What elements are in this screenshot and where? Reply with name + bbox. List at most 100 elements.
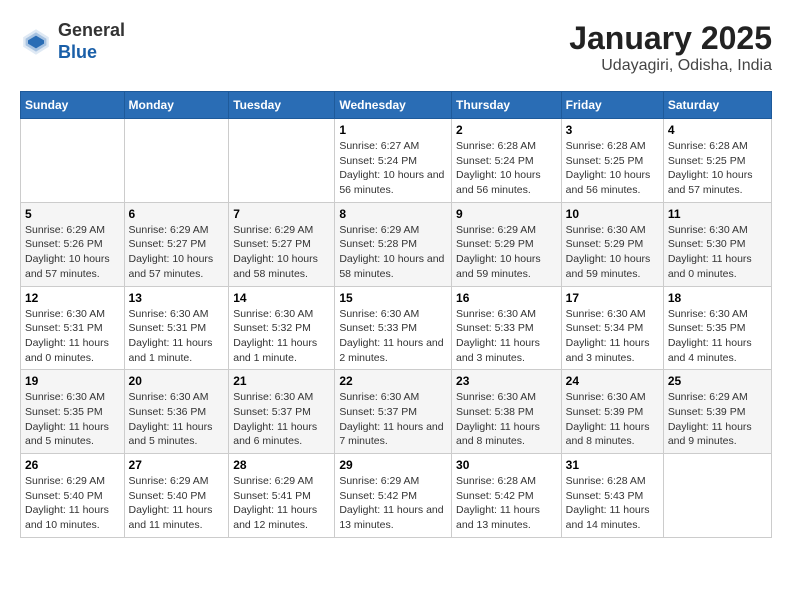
- calendar-cell: 25 Sunrise: 6:29 AM Sunset: 5:39 PM Dayli…: [663, 370, 771, 454]
- day-info: Sunrise: 6:29 AM Sunset: 5:29 PM Dayligh…: [456, 223, 557, 282]
- day-info: Sunrise: 6:28 AM Sunset: 5:25 PM Dayligh…: [668, 139, 767, 198]
- calendar-cell: 16 Sunrise: 6:30 AM Sunset: 5:33 PM Dayli…: [452, 286, 562, 370]
- day-info: Sunrise: 6:29 AM Sunset: 5:40 PM Dayligh…: [25, 474, 120, 533]
- day-info: Sunrise: 6:30 AM Sunset: 5:39 PM Dayligh…: [566, 390, 659, 449]
- calendar-cell: 30 Sunrise: 6:28 AM Sunset: 5:42 PM Dayli…: [452, 454, 562, 538]
- weekday-header: Tuesday: [229, 92, 335, 119]
- calendar-cell: 28 Sunrise: 6:29 AM Sunset: 5:41 PM Dayli…: [229, 454, 335, 538]
- day-number: 8: [339, 207, 447, 221]
- day-number: 9: [456, 207, 557, 221]
- day-number: 22: [339, 374, 447, 388]
- day-number: 23: [456, 374, 557, 388]
- calendar-cell: 6 Sunrise: 6:29 AM Sunset: 5:27 PM Daylig…: [124, 202, 229, 286]
- day-number: 3: [566, 123, 659, 137]
- logo-icon: [20, 26, 52, 58]
- day-info: Sunrise: 6:30 AM Sunset: 5:33 PM Dayligh…: [456, 307, 557, 366]
- day-number: 10: [566, 207, 659, 221]
- calendar-cell: [21, 119, 125, 203]
- calendar-cell: [663, 454, 771, 538]
- day-number: 31: [566, 458, 659, 472]
- calendar-cell: 5Sunrise: 6:29 AM Sunset: 5:26 PM Daylig…: [21, 202, 125, 286]
- calendar-cell: 12Sunrise: 6:30 AM Sunset: 5:31 PM Dayli…: [21, 286, 125, 370]
- calendar-cell: 23Sunrise: 6:30 AM Sunset: 5:38 PM Dayli…: [452, 370, 562, 454]
- calendar-cell: 14 Sunrise: 6:30 AM Sunset: 5:32 PM Dayli…: [229, 286, 335, 370]
- calendar-cell: 2 Sunrise: 6:28 AM Sunset: 5:24 PM Daylig…: [452, 119, 562, 203]
- calendar-cell: 1 Sunrise: 6:27 AM Sunset: 5:24 PM Daylig…: [335, 119, 452, 203]
- calendar-cell: 4 Sunrise: 6:28 AM Sunset: 5:25 PM Daylig…: [663, 119, 771, 203]
- day-info: Sunrise: 6:30 AM Sunset: 5:35 PM Dayligh…: [668, 307, 767, 366]
- day-info: Sunrise: 6:30 AM Sunset: 5:30 PM Dayligh…: [668, 223, 767, 282]
- day-info: Sunrise: 6:30 AM Sunset: 5:37 PM Dayligh…: [339, 390, 447, 449]
- day-number: 15: [339, 291, 447, 305]
- day-info: Sunrise: 6:30 AM Sunset: 5:35 PM Dayligh…: [25, 390, 120, 449]
- weekday-header: Saturday: [663, 92, 771, 119]
- calendar-cell: 18Sunrise: 6:30 AM Sunset: 5:35 PM Dayli…: [663, 286, 771, 370]
- logo: General Blue: [20, 20, 125, 63]
- day-info: Sunrise: 6:30 AM Sunset: 5:29 PM Dayligh…: [566, 223, 659, 282]
- day-info: Sunrise: 6:29 AM Sunset: 5:27 PM Dayligh…: [129, 223, 225, 282]
- calendar-week-row: 19 Sunrise: 6:30 AM Sunset: 5:35 PM Dayli…: [21, 370, 772, 454]
- page-header: General Blue January 2025 Udayagiri, Odi…: [20, 20, 772, 75]
- day-info: Sunrise: 6:29 AM Sunset: 5:42 PM Dayligh…: [339, 474, 447, 533]
- day-number: 6: [129, 207, 225, 221]
- day-info: Sunrise: 6:29 AM Sunset: 5:27 PM Dayligh…: [233, 223, 330, 282]
- calendar-cell: 13Sunrise: 6:30 AM Sunset: 5:31 PM Dayli…: [124, 286, 229, 370]
- calendar-week-row: 12Sunrise: 6:30 AM Sunset: 5:31 PM Dayli…: [21, 286, 772, 370]
- calendar-cell: 10 Sunrise: 6:30 AM Sunset: 5:29 PM Dayli…: [561, 202, 663, 286]
- day-number: 14: [233, 291, 330, 305]
- calendar-cell: 27 Sunrise: 6:29 AM Sunset: 5:40 PM Dayli…: [124, 454, 229, 538]
- day-number: 25: [668, 374, 767, 388]
- day-number: 4: [668, 123, 767, 137]
- day-info: Sunrise: 6:28 AM Sunset: 5:42 PM Dayligh…: [456, 474, 557, 533]
- calendar-cell: 8 Sunrise: 6:29 AM Sunset: 5:28 PM Daylig…: [335, 202, 452, 286]
- day-info: Sunrise: 6:27 AM Sunset: 5:24 PM Dayligh…: [339, 139, 447, 198]
- calendar-cell: 26 Sunrise: 6:29 AM Sunset: 5:40 PM Dayli…: [21, 454, 125, 538]
- calendar-cell: [124, 119, 229, 203]
- calendar-title: January 2025: [569, 20, 772, 57]
- weekday-header: Thursday: [452, 92, 562, 119]
- day-info: Sunrise: 6:30 AM Sunset: 5:37 PM Dayligh…: [233, 390, 330, 449]
- calendar-cell: 21 Sunrise: 6:30 AM Sunset: 5:37 PM Dayli…: [229, 370, 335, 454]
- day-number: 30: [456, 458, 557, 472]
- day-number: 16: [456, 291, 557, 305]
- title-block: January 2025 Udayagiri, Odisha, India: [569, 20, 772, 75]
- day-number: 26: [25, 458, 120, 472]
- day-info: Sunrise: 6:30 AM Sunset: 5:34 PM Dayligh…: [566, 307, 659, 366]
- day-info: Sunrise: 6:29 AM Sunset: 5:41 PM Dayligh…: [233, 474, 330, 533]
- day-number: 7: [233, 207, 330, 221]
- calendar-cell: 11Sunrise: 6:30 AM Sunset: 5:30 PM Dayli…: [663, 202, 771, 286]
- weekday-header: Friday: [561, 92, 663, 119]
- day-info: Sunrise: 6:29 AM Sunset: 5:28 PM Dayligh…: [339, 223, 447, 282]
- calendar-week-row: 1 Sunrise: 6:27 AM Sunset: 5:24 PM Daylig…: [21, 119, 772, 203]
- day-number: 17: [566, 291, 659, 305]
- day-info: Sunrise: 6:28 AM Sunset: 5:25 PM Dayligh…: [566, 139, 659, 198]
- calendar-week-row: 26 Sunrise: 6:29 AM Sunset: 5:40 PM Dayli…: [21, 454, 772, 538]
- calendar-cell: 24Sunrise: 6:30 AM Sunset: 5:39 PM Dayli…: [561, 370, 663, 454]
- day-info: Sunrise: 6:29 AM Sunset: 5:39 PM Dayligh…: [668, 390, 767, 449]
- day-info: Sunrise: 6:29 AM Sunset: 5:26 PM Dayligh…: [25, 223, 120, 282]
- calendar-cell: 7 Sunrise: 6:29 AM Sunset: 5:27 PM Daylig…: [229, 202, 335, 286]
- day-number: 2: [456, 123, 557, 137]
- calendar-cell: 17 Sunrise: 6:30 AM Sunset: 5:34 PM Dayli…: [561, 286, 663, 370]
- day-number: 21: [233, 374, 330, 388]
- calendar-cell: 3 Sunrise: 6:28 AM Sunset: 5:25 PM Daylig…: [561, 119, 663, 203]
- calendar-cell: 29Sunrise: 6:29 AM Sunset: 5:42 PM Dayli…: [335, 454, 452, 538]
- day-number: 19: [25, 374, 120, 388]
- day-info: Sunrise: 6:28 AM Sunset: 5:24 PM Dayligh…: [456, 139, 557, 198]
- day-number: 1: [339, 123, 447, 137]
- weekday-header: Wednesday: [335, 92, 452, 119]
- day-info: Sunrise: 6:30 AM Sunset: 5:33 PM Dayligh…: [339, 307, 447, 366]
- calendar-cell: 19 Sunrise: 6:30 AM Sunset: 5:35 PM Dayli…: [21, 370, 125, 454]
- day-info: Sunrise: 6:30 AM Sunset: 5:32 PM Dayligh…: [233, 307, 330, 366]
- day-info: Sunrise: 6:30 AM Sunset: 5:31 PM Dayligh…: [129, 307, 225, 366]
- calendar-week-row: 5Sunrise: 6:29 AM Sunset: 5:26 PM Daylig…: [21, 202, 772, 286]
- day-number: 20: [129, 374, 225, 388]
- day-number: 27: [129, 458, 225, 472]
- calendar-subtitle: Udayagiri, Odisha, India: [569, 57, 772, 75]
- calendar-cell: 9 Sunrise: 6:29 AM Sunset: 5:29 PM Daylig…: [452, 202, 562, 286]
- calendar-cell: [229, 119, 335, 203]
- day-number: 28: [233, 458, 330, 472]
- calendar-cell: 22 Sunrise: 6:30 AM Sunset: 5:37 PM Dayli…: [335, 370, 452, 454]
- logo-text: General Blue: [58, 20, 125, 63]
- day-info: Sunrise: 6:29 AM Sunset: 5:40 PM Dayligh…: [129, 474, 225, 533]
